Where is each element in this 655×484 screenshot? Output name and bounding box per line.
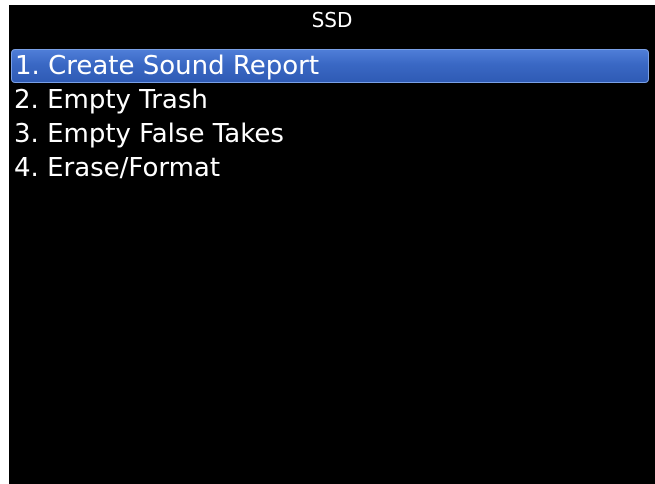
menu-item-erase-format[interactable]: 4. Erase/Format <box>9 151 655 185</box>
menu-item-create-sound-report[interactable]: 1. Create Sound Report <box>11 49 649 83</box>
device-screen: SSD 1. Create Sound Report 2. Empty Tras… <box>9 5 655 484</box>
menu-item-empty-trash[interactable]: 2. Empty Trash <box>9 83 655 117</box>
menu-list: 1. Create Sound Report 2. Empty Trash 3.… <box>9 49 655 185</box>
menu-item-empty-false-takes[interactable]: 3. Empty False Takes <box>9 117 655 151</box>
screen-title: SSD <box>311 8 353 32</box>
